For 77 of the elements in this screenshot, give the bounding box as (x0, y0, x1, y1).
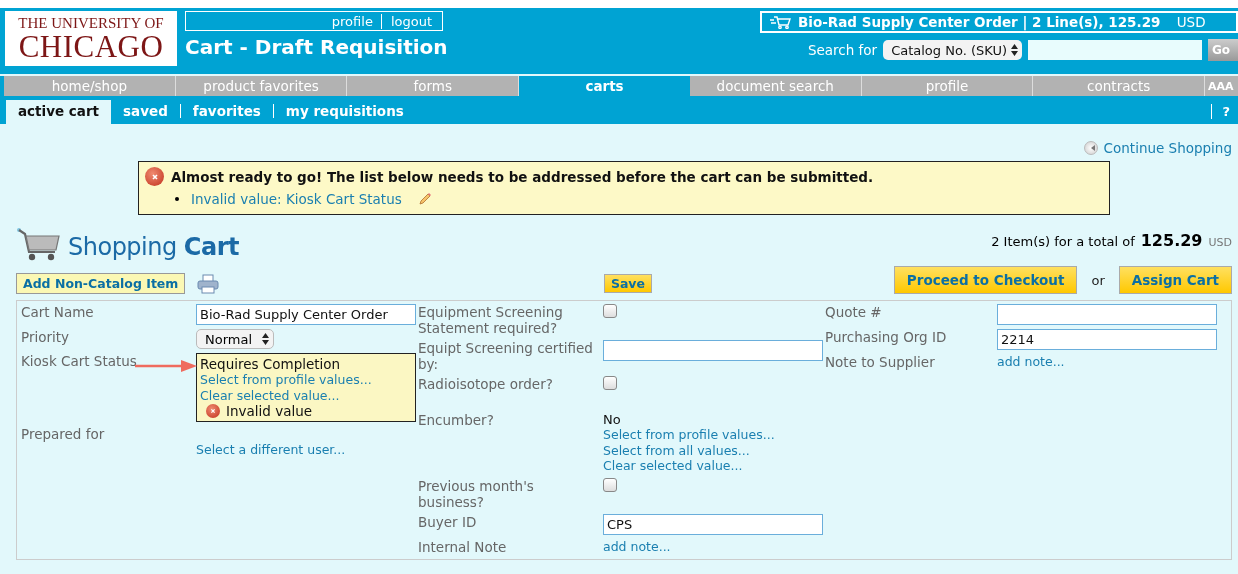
nav-tab[interactable]: contracts (1033, 76, 1206, 96)
text-field[interactable]: 2214 (997, 329, 1217, 350)
nav-tab[interactable]: profile (861, 76, 1034, 96)
field-value: No (603, 412, 621, 427)
go-button[interactable]: Go (1208, 39, 1238, 61)
sub-tab[interactable]: my requisitions (273, 100, 416, 124)
add-item-button[interactable]: Add Non-Catalog Item (16, 273, 186, 294)
cart-summary-link[interactable]: Bio-Rad Supply Center Order | 2 Line(s), 125.29 USD (760, 11, 1238, 33)
or-label: or (1091, 272, 1105, 288)
field-label: Priority (21, 329, 71, 345)
nav-tab[interactable]: forms (347, 76, 520, 96)
field-label: Cart Name (21, 304, 95, 320)
text-size-control[interactable]: AAA (1205, 76, 1238, 96)
nav-tab[interactable]: product favorites (175, 76, 348, 96)
field-label: Encumber? (418, 412, 495, 428)
status-value: Requires Completion (200, 356, 342, 372)
items-total-label: 2 Item(s) for a total of (991, 234, 1135, 249)
sub-tab[interactable]: saved (111, 100, 180, 124)
field-label: Buyer ID (418, 513, 478, 530)
field-link[interactable]: add note... (997, 354, 1065, 369)
pencil-icon[interactable] (417, 192, 432, 206)
total-amount: 125.29 (1140, 231, 1203, 250)
save-button[interactable]: Save (603, 274, 652, 293)
checkbox[interactable] (603, 477, 617, 492)
printer-icon[interactable] (197, 273, 220, 294)
alert-item-link[interactable]: Invalid value: Kiosk Cart Status (191, 191, 402, 207)
field-label: Equipt Screening certified by: (418, 340, 594, 372)
field-label: Purchasing Org ID (825, 329, 948, 345)
back-icon (1083, 141, 1098, 155)
error-message: Invalid value (226, 403, 313, 419)
field-link[interactable]: Clear selected value... (200, 387, 412, 403)
checkbox[interactable] (603, 376, 617, 390)
page-title: Cart - Draft Requisition (185, 35, 448, 59)
header-link[interactable]: logout (380, 13, 432, 29)
text-field[interactable] (997, 304, 1217, 325)
field-link[interactable]: Select from profile values... (200, 372, 412, 388)
field-link[interactable]: Select a different user... (196, 442, 346, 457)
annotation-arrow (135, 359, 197, 373)
error-icon (206, 404, 220, 418)
field-label: Quote # (825, 304, 883, 320)
text-field[interactable]: Bio-Rad Supply Center Order (196, 304, 416, 325)
help-link[interactable]: ? (1211, 104, 1238, 119)
search-label: Search for (807, 42, 878, 58)
alert-message: Almost ready to go! The list below needs to be addressed before the cart can be submitted. (171, 168, 874, 185)
assign-cart-button[interactable]: Assign Cart (1118, 266, 1232, 294)
stepper-icon (262, 333, 270, 345)
shopping-cart-heading: Shopping Cart (68, 233, 239, 261)
nav-tab[interactable]: document search (689, 76, 862, 96)
field-link[interactable]: Select from profile values... (603, 427, 775, 443)
nav-tab[interactable]: home/shop (4, 76, 176, 96)
error-icon (145, 167, 164, 186)
field-link[interactable]: Clear selected value... (603, 458, 743, 474)
currency-label: USD (1176, 14, 1206, 30)
field-label: Kiosk Cart Status (21, 353, 138, 369)
field-label: Prepared for (21, 426, 106, 442)
cart-icon (770, 15, 792, 29)
field-label: Note to Supplier (825, 354, 936, 370)
header-link[interactable]: profile (331, 13, 373, 29)
continue-shopping-link[interactable]: Continue Shopping (1083, 140, 1232, 156)
search-field[interactable] (1028, 40, 1202, 60)
field-label: Equipment Screening Statement required? (418, 304, 564, 336)
priority-select[interactable]: Normal (196, 329, 275, 349)
field-link[interactable]: add note... (603, 538, 671, 554)
checkout-button[interactable]: Proceed to Checkout (893, 266, 1078, 294)
stepper-icon (1011, 44, 1018, 56)
field-label: Radioisotope order? (418, 376, 554, 392)
sub-tab[interactable]: active cart (6, 100, 112, 124)
checkbox[interactable] (603, 304, 617, 318)
sub-tab[interactable]: favorites (180, 100, 273, 124)
text-field[interactable] (603, 340, 823, 361)
field-label: Previous month's business? (418, 477, 535, 510)
search-scope-select[interactable]: Catalog No. (SKU) (883, 40, 1022, 60)
field-link[interactable]: Select from all values... (603, 442, 750, 458)
field-label: Internal Note (418, 538, 508, 555)
university-logo[interactable]: THE UNIVERSITY OF CHICAGO (5, 11, 177, 66)
currency-label: USD (1208, 236, 1232, 249)
text-field[interactable]: CPS (603, 513, 823, 535)
